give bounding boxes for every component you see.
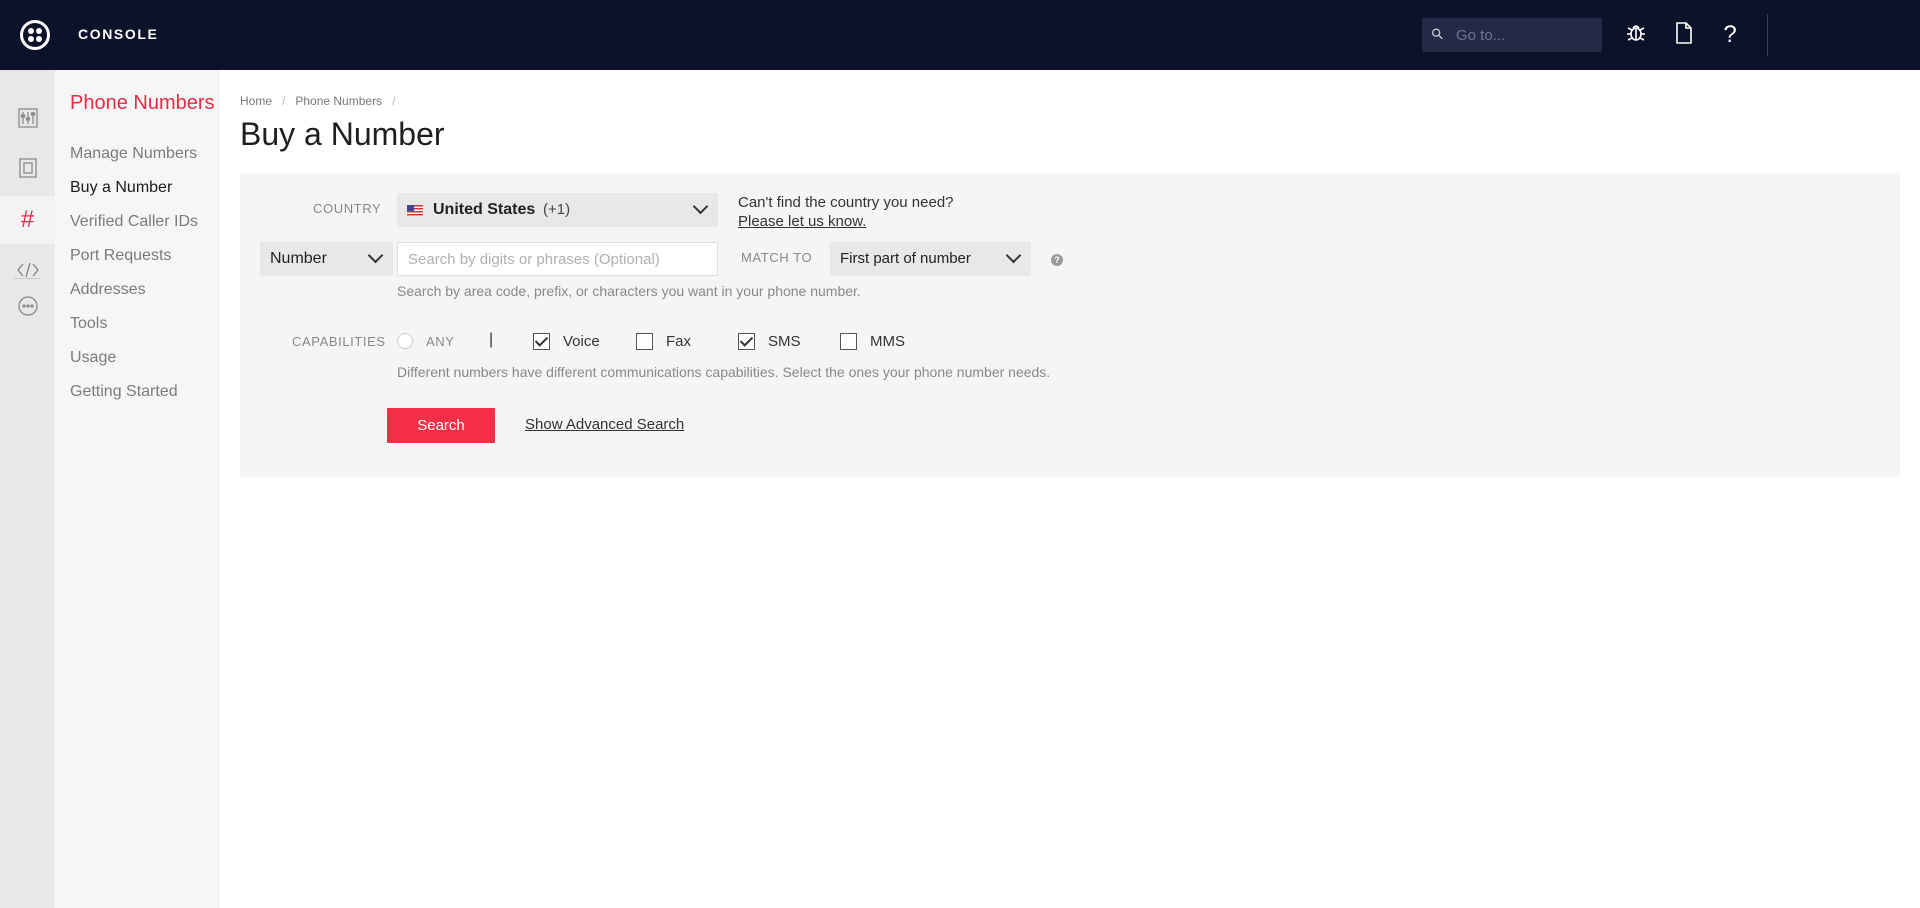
chevron-down-icon: [1005, 247, 1022, 264]
runtime-icon[interactable]: [0, 144, 55, 192]
buy-number-form-panel: COUNTRY United States (+1) Can't find th…: [240, 173, 1900, 477]
mms-label: MMS: [870, 333, 905, 350]
any-label: ANY: [426, 334, 455, 349]
sidenav-item-tools[interactable]: Tools: [70, 315, 107, 333]
country-label: COUNTRY: [313, 201, 382, 216]
breadcrumb-separator: /: [392, 94, 396, 108]
search-icon: ⚲: [1427, 24, 1448, 45]
sidenav-item-port-requests[interactable]: Port Requests: [70, 247, 171, 265]
number-search-input[interactable]: [397, 242, 718, 276]
voice-label: Voice: [563, 333, 600, 350]
country-code: (+1): [543, 201, 571, 218]
chevron-down-icon: [367, 247, 384, 264]
country-name: United States: [433, 201, 536, 218]
bug-icon[interactable]: [1623, 22, 1649, 48]
product-rail: #: [0, 70, 55, 908]
capabilities-separator: |: [489, 331, 494, 348]
show-advanced-search-link[interactable]: Show Advanced Search: [525, 416, 684, 433]
breadcrumb-home[interactable]: Home: [240, 94, 272, 108]
more-icon[interactable]: [0, 282, 55, 330]
sidenav-item-addresses[interactable]: Addresses: [70, 281, 146, 299]
sidenav-item-getting-started[interactable]: Getting Started: [70, 383, 178, 401]
fax-checkbox[interactable]: [636, 333, 653, 350]
dashboard-icon[interactable]: [0, 94, 55, 142]
sidenav-item-manage-numbers[interactable]: Manage Numbers: [70, 145, 197, 163]
match-to-label: MATCH TO: [741, 250, 813, 265]
country-select[interactable]: United States (+1): [397, 193, 718, 227]
mms-checkbox[interactable]: [840, 333, 857, 350]
sms-label: SMS: [768, 333, 801, 350]
phone-numbers-sidenav: Phone Numbers Manage Numbers Buy a Numbe…: [55, 70, 220, 908]
goto-input[interactable]: [1456, 25, 1596, 45]
capabilities-hint: Different numbers have different communi…: [397, 364, 1051, 380]
sidenav-item-verified-caller-ids[interactable]: Verified Caller IDs: [70, 213, 198, 231]
top-bar: CONSOLE ⚲ ?: [0, 0, 1920, 70]
sidenav-title[interactable]: Phone Numbers: [70, 92, 215, 115]
page-title: Buy a Number: [240, 116, 445, 152]
twilio-logo-icon[interactable]: [20, 20, 50, 50]
rail-divider: [14, 278, 41, 279]
help-question-icon[interactable]: ?: [1051, 254, 1063, 266]
console-title: CONSOLE: [78, 26, 159, 42]
capabilities-label: CAPABILITIES: [292, 334, 386, 349]
chevron-down-icon: [692, 198, 709, 215]
breadcrumb: Home / Phone Numbers /: [240, 94, 405, 108]
topbar-divider: [1767, 14, 1768, 56]
let-us-know-link[interactable]: Please let us know.: [738, 213, 866, 230]
match-to-select[interactable]: First part of number: [830, 242, 1031, 276]
cant-find-text: Can't find the country you need?: [738, 194, 954, 211]
breadcrumb-phone-numbers[interactable]: Phone Numbers: [295, 94, 382, 108]
breadcrumb-separator: /: [282, 94, 286, 108]
match-to-value: First part of number: [840, 250, 971, 267]
any-radio[interactable]: [397, 333, 413, 349]
help-icon[interactable]: ?: [1717, 22, 1743, 48]
sidenav-item-buy-a-number[interactable]: Buy a Number: [70, 179, 172, 197]
search-type-value: Number: [270, 250, 327, 267]
sidenav-item-usage[interactable]: Usage: [70, 349, 116, 367]
search-hint: Search by area code, prefix, or characte…: [397, 283, 861, 299]
us-flag-icon: [407, 205, 423, 216]
sms-checkbox[interactable]: [738, 333, 755, 350]
fax-label: Fax: [666, 333, 692, 350]
cant-find-country: Can't find the country you need? Please …: [738, 193, 954, 231]
goto-search[interactable]: ⚲: [1422, 18, 1602, 52]
search-type-select[interactable]: Number: [260, 242, 393, 276]
search-button[interactable]: Search: [387, 408, 495, 443]
voice-checkbox[interactable]: [533, 333, 550, 350]
document-icon[interactable]: [1671, 22, 1697, 48]
phone-numbers-hash-icon[interactable]: #: [0, 196, 55, 244]
